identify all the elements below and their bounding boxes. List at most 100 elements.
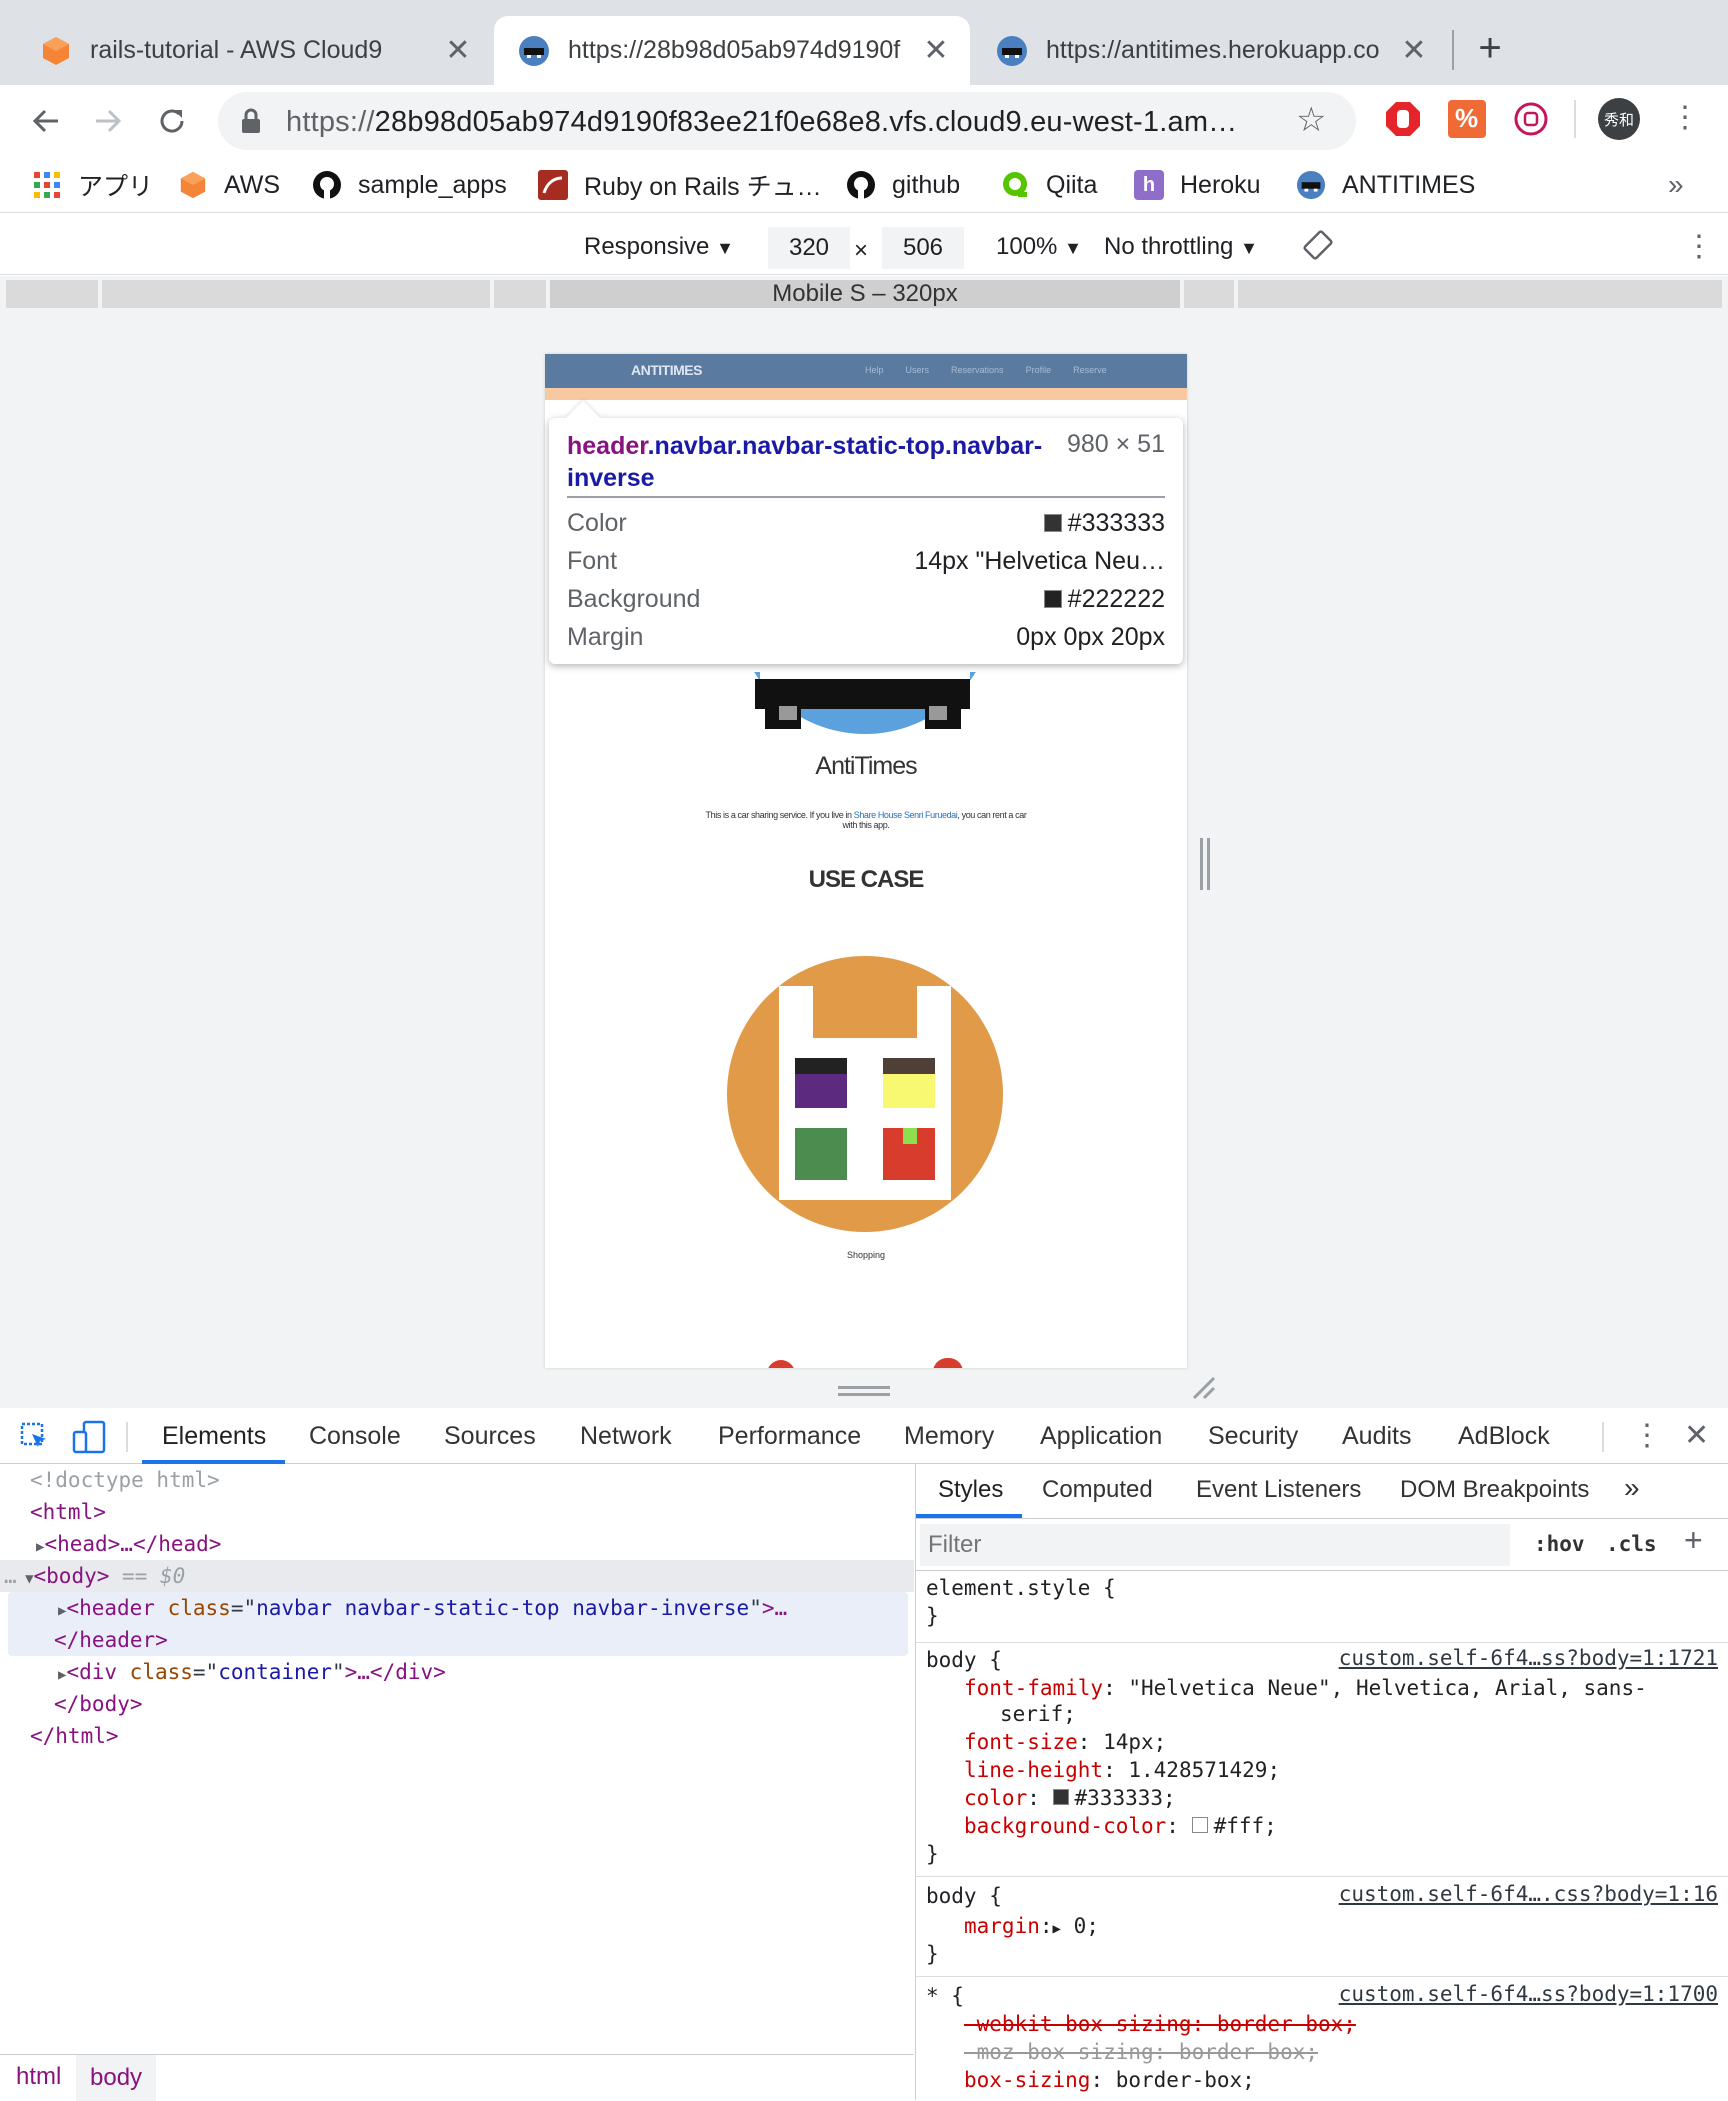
media-query-segment[interactable] xyxy=(1238,280,1722,308)
site-nav-reservations[interactable]: Reservations xyxy=(951,365,1004,375)
breadcrumb-body[interactable]: body xyxy=(76,2055,157,2101)
site-intro-link[interactable]: Share House Senri Furuedai xyxy=(854,810,958,820)
site-nav-reserve[interactable]: Reserve xyxy=(1073,365,1107,375)
tab-adblock[interactable]: AdBlock xyxy=(1458,1422,1550,1451)
add-rule-icon[interactable]: + xyxy=(1684,1522,1703,1559)
height-input[interactable]: 506 xyxy=(882,227,964,269)
bookmark-github[interactable]: github xyxy=(846,167,960,203)
profile-avatar[interactable]: 秀和 xyxy=(1598,98,1640,140)
tab-security[interactable]: Security xyxy=(1208,1422,1298,1451)
cls-toggle[interactable]: .cls xyxy=(1606,1532,1657,1556)
corner-resize-icon[interactable] xyxy=(1190,1374,1216,1400)
device-toggle-icon[interactable] xyxy=(72,1420,106,1454)
rule-star-source-link[interactable]: custom.self-6f4…ss?body=1:1700 xyxy=(1339,1982,1718,2006)
color-swatch[interactable] xyxy=(1052,1789,1069,1805)
dom-body-close[interactable]: </body> xyxy=(54,1688,143,1720)
menu-kebab-icon[interactable]: ⋮ xyxy=(1670,98,1700,140)
forward-button[interactable] xyxy=(84,97,132,145)
rotate-icon[interactable] xyxy=(1302,229,1334,268)
prop-box-sizing[interactable]: box-sizing: border-box; xyxy=(964,2066,1255,2094)
breadcrumb-html[interactable]: html xyxy=(16,2063,61,2091)
dom-body-selected[interactable]: … ▼<body> == $0 xyxy=(0,1560,914,1592)
prop-background-color[interactable]: background-color: #fff; xyxy=(964,1812,1277,1840)
tab-active[interactable]: https://28b98d05ab974d9190f ✕ xyxy=(494,16,970,85)
viewport-width-resize-handle[interactable] xyxy=(1200,838,1210,890)
tab-elements[interactable]: Elements xyxy=(162,1422,266,1451)
tab-audits[interactable]: Audits xyxy=(1342,1422,1411,1451)
hov-toggle[interactable]: :hov xyxy=(1534,1532,1585,1556)
prop-font-size[interactable]: font-size: 14px; xyxy=(964,1728,1166,1756)
prop-margin[interactable]: margin:▶ 0; xyxy=(964,1912,1099,1940)
dom-doctype[interactable]: <!doctype html> xyxy=(30,1464,220,1496)
styles-filter-input[interactable] xyxy=(920,1524,1510,1566)
rule-star-selector[interactable]: * { xyxy=(926,1982,964,2010)
media-query-segment[interactable] xyxy=(6,280,98,308)
site-nav-help[interactable]: Help xyxy=(865,365,884,375)
bookmark-heroku[interactable]: h Heroku xyxy=(1134,167,1261,203)
tab-computed[interactable]: Computed xyxy=(1042,1476,1153,1504)
tab-dom-breakpoints[interactable]: DOM Breakpoints xyxy=(1400,1476,1589,1504)
devtools-menu-kebab-icon[interactable]: ⋮ xyxy=(1632,1418,1662,1453)
device-select[interactable]: Responsive ▼ xyxy=(584,233,734,261)
bookmark-aws[interactable]: AWS xyxy=(178,167,280,203)
adblock-extension-icon[interactable] xyxy=(1384,100,1422,138)
dom-head[interactable]: ▶<head>…</head> xyxy=(36,1528,221,1560)
prop-line-height[interactable]: line-height: 1.428571429; xyxy=(964,1756,1280,1784)
tab-performance[interactable]: Performance xyxy=(718,1422,861,1451)
tab-sources[interactable]: Sources xyxy=(444,1422,536,1451)
inspect-element-icon[interactable] xyxy=(20,1422,50,1452)
close-icon[interactable]: ✕ xyxy=(918,33,954,68)
bookmark-sample-apps[interactable]: sample_apps xyxy=(312,167,507,203)
star-icon[interactable]: ☆ xyxy=(1296,100,1326,140)
viewport-height-resize-handle[interactable] xyxy=(838,1386,890,1396)
color-swatch[interactable] xyxy=(1191,1817,1208,1833)
prop-font-family[interactable]: font-family: "Helvetica Neue", Helvetica… xyxy=(964,1674,1647,1702)
bookmark-qiita[interactable]: Qiita xyxy=(1000,167,1097,203)
rule-body2-selector[interactable]: body { xyxy=(926,1882,1002,1910)
dom-container[interactable]: ▶<div class="container">…</div> xyxy=(58,1656,446,1688)
tab-application[interactable]: Application xyxy=(1040,1422,1162,1451)
site-nav-users[interactable]: Users xyxy=(906,365,930,375)
site-nav-profile[interactable]: Profile xyxy=(1026,365,1052,375)
rule-body-selector[interactable]: body { xyxy=(926,1646,1002,1674)
tab-console[interactable]: Console xyxy=(309,1422,401,1451)
tab-styles[interactable]: Styles xyxy=(938,1476,1003,1504)
zoom-select[interactable]: 100% ▼ xyxy=(996,233,1082,261)
bookmark-apps[interactable]: アプリ xyxy=(32,167,153,203)
expand-triangle-icon[interactable]: ▶ xyxy=(1053,1921,1061,1937)
device-menu-kebab-icon[interactable]: ⋮ xyxy=(1684,229,1714,264)
styles-overflow-button[interactable]: » xyxy=(1624,1472,1640,1504)
close-icon[interactable]: ✕ xyxy=(440,33,476,68)
dom-html-open[interactable]: <html> xyxy=(30,1496,106,1528)
rule-element-style[interactable]: element.style { xyxy=(926,1574,1116,1602)
tab-memory[interactable]: Memory xyxy=(904,1422,994,1451)
dom-header[interactable]: ▶<header class="navbar navbar-static-top… xyxy=(58,1592,787,1624)
tab-antitimes[interactable]: https://antitimes.herokuapp.co ✕ xyxy=(972,16,1448,85)
bookmark-rails-tutorial[interactable]: Ruby on Rails チュ… xyxy=(538,167,822,203)
new-tab-button[interactable]: + xyxy=(1466,24,1514,72)
site-brand[interactable]: ANTITIMES xyxy=(631,362,702,378)
dom-header-close[interactable]: </header> xyxy=(54,1624,168,1656)
address-bar[interactable]: https://28b98d05ab974d9190f83ee21f0e68e8… xyxy=(218,92,1356,150)
prop-color[interactable]: color: #333333; xyxy=(964,1784,1176,1812)
percent-extension-icon[interactable]: % xyxy=(1448,100,1486,138)
media-query-segment[interactable] xyxy=(494,280,546,308)
media-query-segment[interactable] xyxy=(102,280,490,308)
width-input[interactable]: 320 xyxy=(768,227,850,269)
tab-network[interactable]: Network xyxy=(580,1422,672,1451)
prop-webkit-box-sizing[interactable]: -webkit-box-sizing: border-box; xyxy=(964,2010,1356,2038)
media-query-mobile-s[interactable]: Mobile S – 320px xyxy=(550,280,1180,308)
close-icon[interactable]: ✕ xyxy=(1396,33,1432,68)
close-devtools-icon[interactable]: ✕ xyxy=(1684,1418,1709,1453)
collapse-triangle-icon[interactable]: ▼ xyxy=(17,1571,33,1587)
reload-button[interactable] xyxy=(148,97,196,145)
rule-body2-source-link[interactable]: custom.self-6f4….css?body=1:16 xyxy=(1339,1882,1718,1906)
prop-moz-box-sizing[interactable]: -moz-box-sizing: border-box; xyxy=(964,2038,1318,2066)
media-query-segment[interactable] xyxy=(1184,280,1234,308)
bookmarks-overflow-button[interactable]: » xyxy=(1668,167,1684,203)
throttling-select[interactable]: No throttling ▼ xyxy=(1104,233,1258,261)
record-extension-icon[interactable] xyxy=(1512,100,1550,138)
rule-body-source-link[interactable]: custom.self-6f4…ss?body=1:1721 xyxy=(1339,1646,1718,1670)
back-button[interactable] xyxy=(22,97,70,145)
bookmark-antitimes[interactable]: ANTITIMES xyxy=(1296,167,1475,203)
